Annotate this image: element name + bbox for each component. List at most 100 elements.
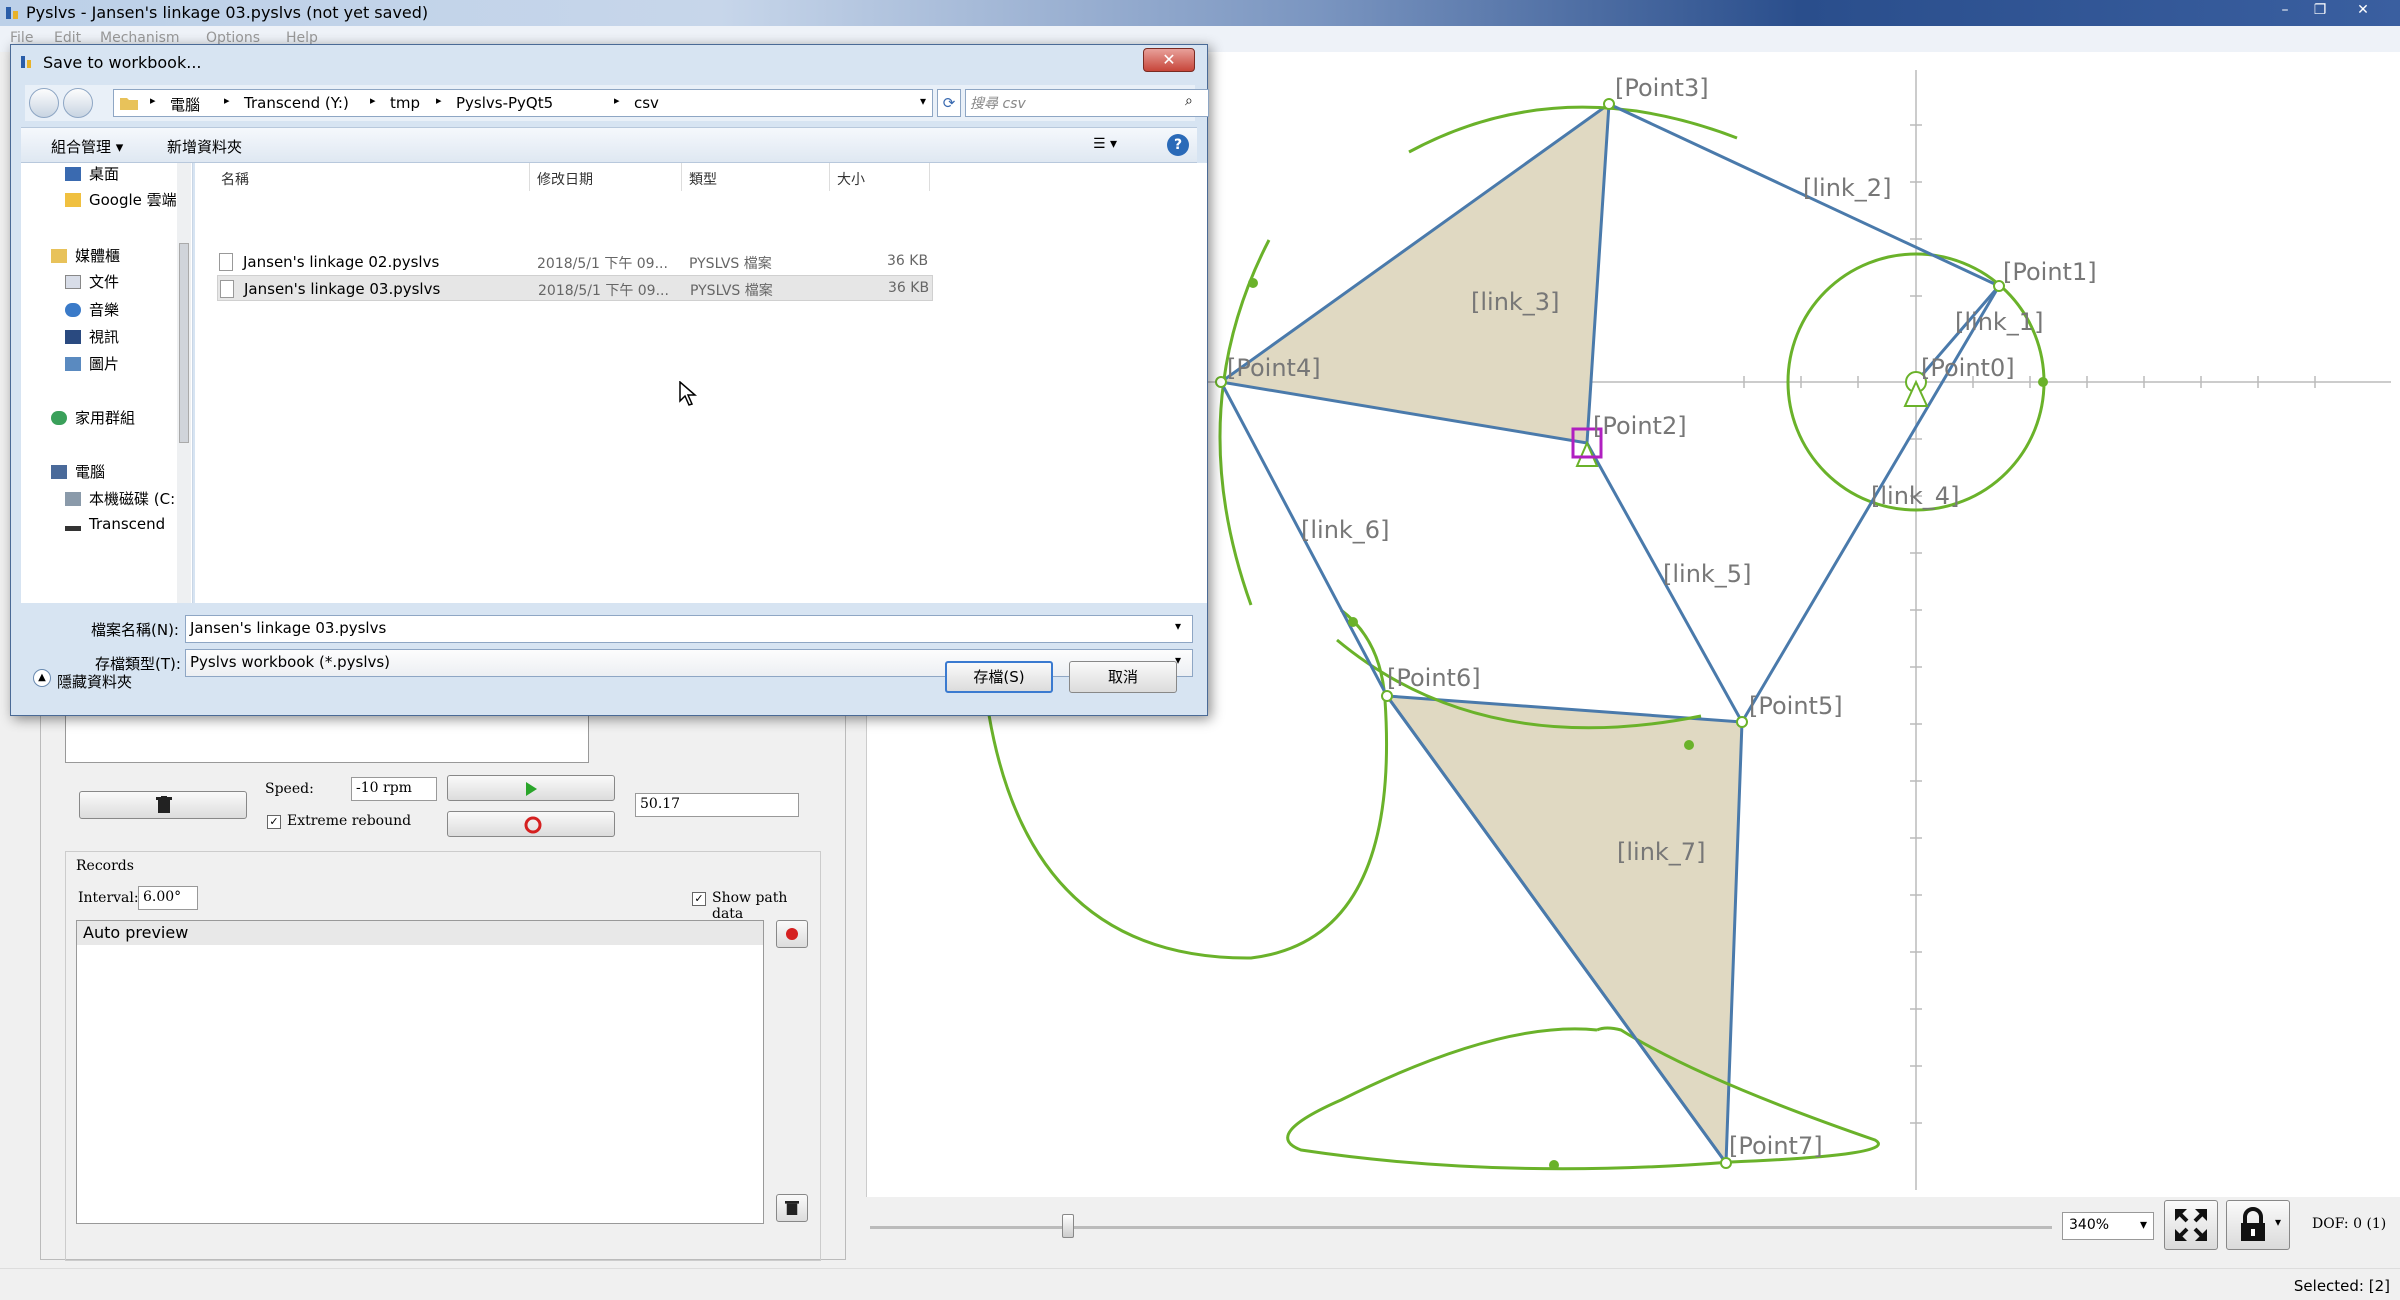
refresh-icon: ⟳ [942,94,956,112]
zoom-select[interactable]: 340% ▾ [2062,1212,2154,1240]
new-folder-button[interactable]: 新增資料夾 [167,136,242,157]
status-bar: Selected: [2] [0,1268,2400,1300]
file-type: PYSLVS 檔案 [690,283,773,299]
nav-pictures[interactable]: 圖片 [65,353,119,377]
left-panel: Speed: -10 rpm ✓ Extreme rebound 50.17 R… [40,700,846,1261]
play-button[interactable] [447,775,615,801]
file-date: 2018/5/1 下午 09... [538,283,669,299]
nav-desktop[interactable]: 桌面 [65,163,119,187]
nav-videos[interactable]: 視訊 [65,326,119,350]
label-link-4: [link_4] [1871,482,1960,510]
crumb-transcend[interactable]: Transcend (Y:) [244,94,349,112]
search-icon: ⌕ [1185,93,1193,109]
help-icon[interactable]: ? [1167,134,1189,156]
links[interactable] [1219,102,2001,1164]
save-button[interactable]: 存檔(S) [945,661,1053,693]
file-row-selected[interactable]: Jansen's linkage 03.pyslvs 2018/5/1 下午 0… [217,275,933,301]
dialog-title: Save to workbook... [43,53,202,72]
hide-folders-toggle[interactable]: 隱藏資料夾 [57,671,132,692]
record-icon [786,928,798,940]
selected-status: Selected: [2] [2293,1277,2390,1295]
nav-scroll-thumb[interactable] [179,243,189,443]
column-name[interactable]: 名稱 [221,169,249,189]
speed-spinbox[interactable]: -10 rpm [351,777,437,801]
extreme-rebound-checkbox[interactable]: ✓ [267,815,281,829]
folder-icon [120,98,138,110]
back-button[interactable] [29,88,59,118]
dof-label: DOF: 0 (1) [2312,1216,2387,1232]
save-dialog: Save to workbook... ✕ ▸ 電腦 ▸ Transcend (… [10,44,1209,716]
joints[interactable] [1215,98,2005,1169]
delete-button[interactable] [79,791,247,819]
show-path-data-label: Show path data [712,890,788,922]
link-3-shape[interactable] [1217,100,1611,445]
label-link-6: [link_6] [1301,516,1390,544]
lock-button[interactable]: ▾ [2226,1200,2290,1250]
nav-music[interactable]: 音樂 [65,299,119,323]
forward-button[interactable] [63,88,93,118]
records-list[interactable]: Auto preview [76,920,764,1224]
column-date[interactable]: 修改日期 [537,169,593,189]
filename-input[interactable]: Jansen's linkage 03.pyslvs [185,615,1193,643]
slider-handle[interactable] [1062,1214,1074,1238]
app-title: Pyslvs - Jansen's linkage 03.pyslvs (not… [26,3,429,22]
fit-view-button[interactable] [2164,1200,2218,1250]
filename-label: 檔案名稱(N): [91,621,179,639]
label-link-1: [link_1] [1955,308,2044,336]
nav-libraries[interactable]: 媒體櫃 [51,245,120,269]
refresh-button[interactable]: ⟳ [937,89,961,117]
link-7-shape[interactable] [1383,694,1744,1168]
nav-computer[interactable]: 電腦 [51,461,105,485]
label-link-7: [link_7] [1617,838,1706,866]
angle-spinbox[interactable]: 50.17 [635,793,799,817]
navigation-pane: 桌面 Google 雲端 媒體櫃 文件 音樂 視訊 圖片 家用群組 電腦 本機磁… [21,163,193,603]
interval-spinbox[interactable]: 6.00° [138,886,198,910]
expand-icon [2175,1209,2207,1241]
breadcrumb[interactable]: ▸ 電腦 ▸ Transcend (Y:) ▸ tmp ▸ Pyslvs-PyQ… [113,89,933,117]
label-link-2: [link_2] [1803,174,1892,202]
search-input[interactable]: 搜尋 csv [965,89,1209,117]
zoom-slider[interactable] [870,1210,2052,1246]
minimize-button[interactable]: – [2270,0,2300,20]
organize-button[interactable]: 組合管理 ▾ [51,136,123,157]
record-item[interactable]: Auto preview [77,921,763,945]
chevron-down-icon[interactable]: ▾ [1175,619,1181,633]
crumb-tmp[interactable]: tmp [390,94,420,112]
file-type: PYSLVS 檔案 [689,256,772,272]
column-type[interactable]: 類型 [689,169,717,189]
chevron-down-icon[interactable]: ▾ [920,94,926,108]
nav-transcend[interactable]: Transcend [65,515,165,539]
maximize-button[interactable]: ❐ [2305,0,2335,20]
view-options-icon[interactable]: ☰ ▾ [1093,136,1117,152]
dialog-close-button[interactable]: ✕ [1143,48,1195,72]
show-path-data-checkbox[interactable]: ✓ [692,892,706,906]
cancel-button[interactable]: 取消 [1069,661,1177,693]
dialog-toolbar: 組合管理 ▾ 新增資料夾 ☰ ▾ ? [21,127,1197,163]
crumb-computer[interactable]: 電腦 [170,94,200,115]
trash-icon [785,1201,799,1215]
label-point7: [Point7] [1729,1132,1823,1160]
nav-documents[interactable]: 文件 [65,271,119,295]
nav-scrollbar[interactable] [177,163,191,603]
column-size[interactable]: 大小 [837,169,865,189]
records-title: Records [76,858,134,874]
close-window-button[interactable]: ✕ [2340,0,2386,20]
crumb-csv[interactable]: csv [634,94,659,112]
delete-record-button[interactable] [776,1194,808,1222]
file-name: Jansen's linkage 02.pyslvs [243,253,440,271]
nav-homegroup[interactable]: 家用群組 [51,407,135,431]
chevron-up-icon[interactable]: ▲ [33,669,51,687]
app-icon [6,7,18,19]
zoom-value: 340% [2069,1217,2110,1233]
records-group: Records Interval: 6.00° ✓ Show path data… [65,851,821,1261]
dialog-app-icon [21,56,31,68]
file-row[interactable]: Jansen's linkage 02.pyslvs 2018/5/1 下午 0… [217,249,933,275]
nav-local-disk[interactable]: 本機磁碟 (C: [65,488,175,512]
record-button[interactable] [776,920,808,948]
stop-button[interactable] [447,811,615,837]
crumb-pyslvs[interactable]: Pyslvs-PyQt5 [456,94,553,112]
trash-icon [156,796,172,813]
nav-google-drive[interactable]: Google 雲端 [65,189,177,213]
chevron-down-icon: ▾ [2275,1215,2282,1229]
label-link-5: [link_5] [1663,560,1752,588]
